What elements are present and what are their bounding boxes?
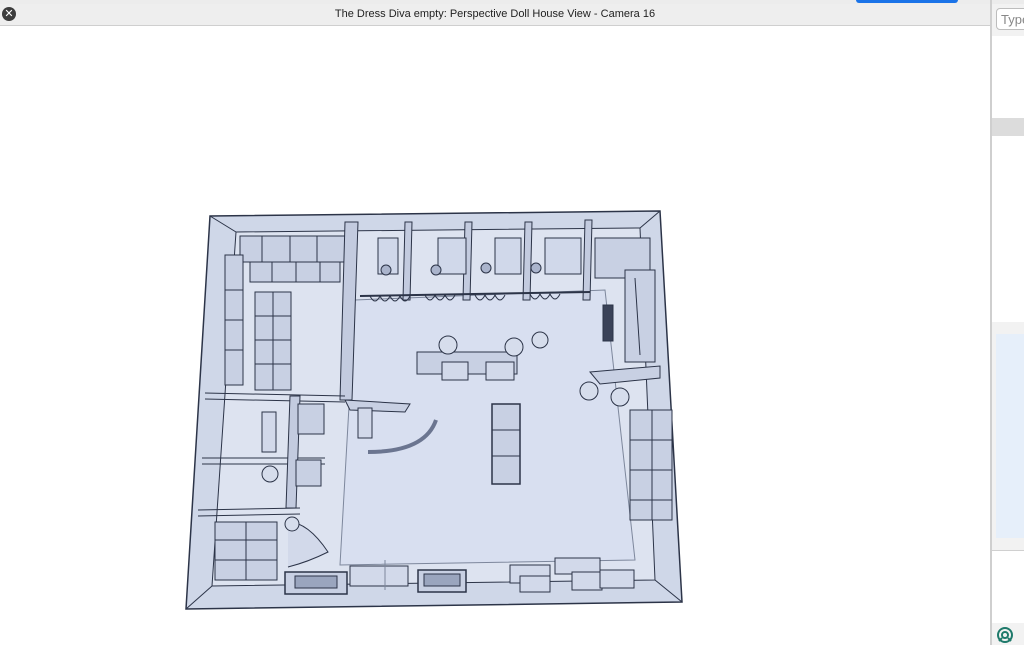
right-tray-panel: Type [992,4,1024,645]
window-title: The Dress Diva empty: Perspective Doll H… [334,8,656,20]
window-titlebar: ✕ The Dress Diva empty: Perspective Doll… [0,4,990,26]
search-input[interactable]: Type [996,8,1024,30]
tray-preview-area [996,334,1024,538]
tray-section [992,136,1024,322]
active-tab-indicator[interactable] [856,0,958,3]
3d-viewport[interactable] [0,26,990,645]
floor-plan-model [185,210,683,610]
tray-section-header[interactable] [992,118,1024,136]
help-lifebuoy-icon[interactable] [996,626,1014,644]
tray-section [992,550,1024,623]
tray-section [992,36,1024,118]
